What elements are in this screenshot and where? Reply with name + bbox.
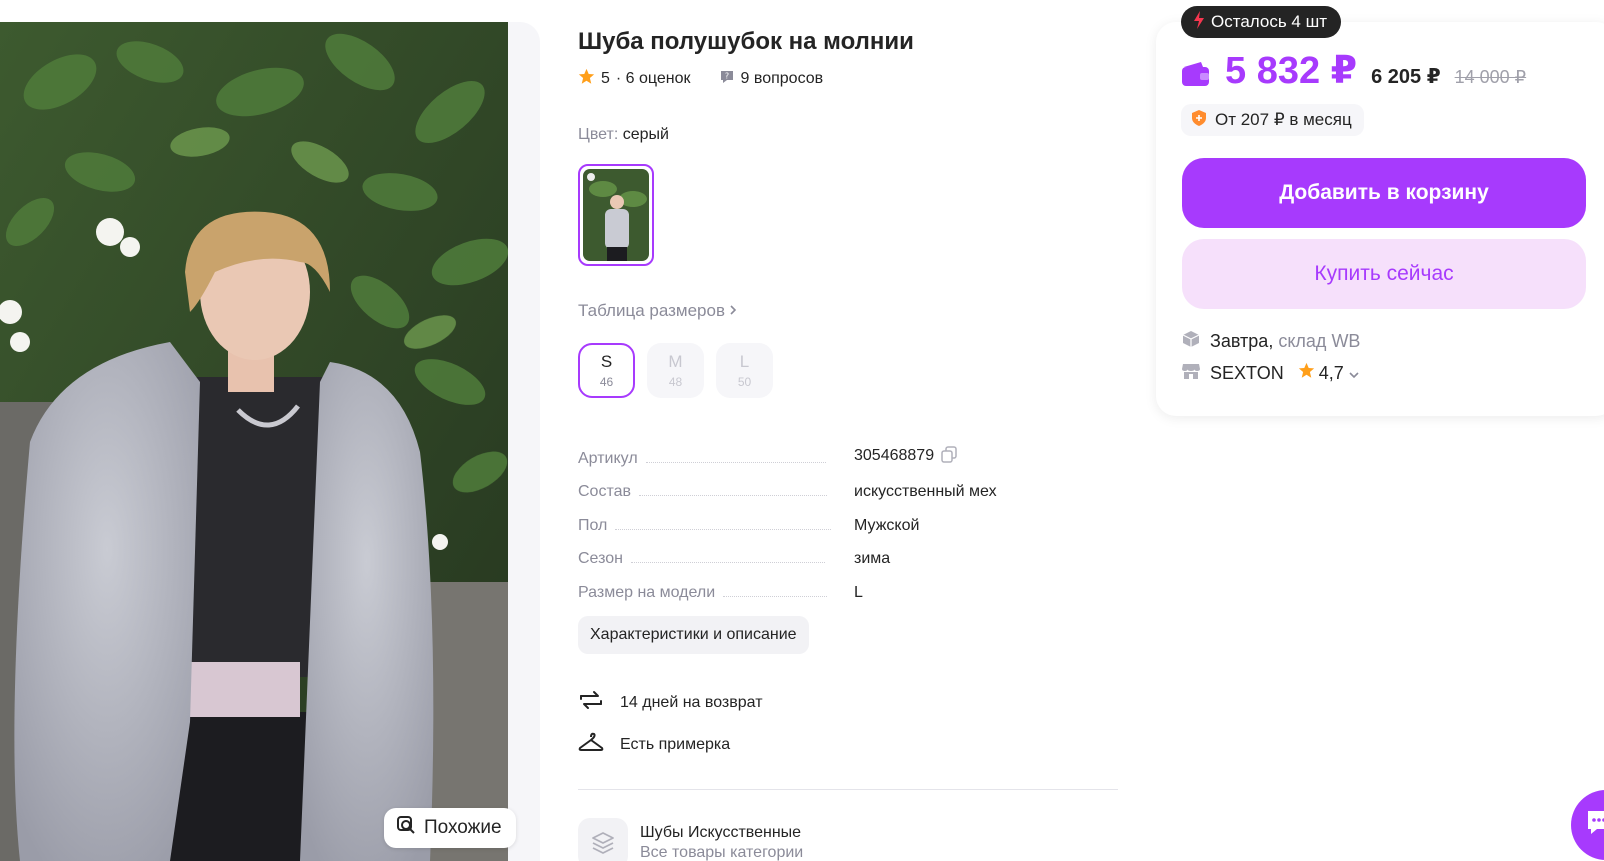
spec-row-composition: Состав искусственный мех <box>578 468 1098 502</box>
size-option-l[interactable]: L 50 <box>716 343 773 398</box>
shield-icon <box>1191 109 1207 132</box>
size-option-m[interactable]: M 48 <box>647 343 704 398</box>
size-number: 48 <box>668 375 683 389</box>
question-icon: ? <box>719 69 735 90</box>
product-photo[interactable] <box>0 22 508 861</box>
rating-value[interactable]: 5 <box>601 70 610 88</box>
size-letter: L <box>739 352 750 371</box>
installment-label: От 207 ₽ в месяц <box>1215 110 1352 129</box>
product-page: Похожие Шуба полушубок на молнии 5 · 6 о… <box>0 0 1604 861</box>
product-meta: 5 · 6 оценок ? 9 вопросов <box>578 68 823 90</box>
star-icon <box>578 68 595 90</box>
spec-key: Пол <box>578 516 608 534</box>
seller-info[interactable]: SEXTON 4,7 <box>1182 362 1360 384</box>
product-title: Шуба полушубок на молнии <box>578 28 914 55</box>
stock-badge-label: Осталось 4 шт <box>1211 12 1328 31</box>
category-link[interactable]: Шубы Искусственные Все товары категории <box>578 818 803 861</box>
lightning-icon <box>1193 10 1205 34</box>
price-row: 5 832 ₽ 6 205 ₽ 14 000 ₽ <box>1181 48 1526 93</box>
returns-label: 14 дней на возврат <box>620 693 763 711</box>
chevron-right-icon <box>729 301 737 321</box>
layers-icon <box>578 818 628 861</box>
questions-link[interactable]: 9 вопросов <box>741 70 824 88</box>
price-current: 5 832 ₽ <box>1225 50 1358 92</box>
size-option-s[interactable]: S 46 <box>578 343 635 398</box>
seller-star-icon <box>1298 362 1315 384</box>
delivery-info: Завтра, склад WB <box>1182 330 1360 353</box>
spec-list: Артикул 305468879 Состав искусственный м… <box>578 434 1098 602</box>
spec-value: Мужской <box>854 516 920 534</box>
box-icon <box>1182 330 1200 353</box>
rating-count[interactable]: · 6 оценок <box>616 70 691 88</box>
color-row: Цвет: серый <box>578 126 669 144</box>
category-name: Шубы Искусственные <box>640 824 802 841</box>
spec-row-season: Сезон зима <box>578 535 1098 569</box>
color-value: серый <box>622 126 669 143</box>
price-old: 14 000 ₽ <box>1454 67 1527 87</box>
add-to-cart-button[interactable]: Добавить в корзину <box>1182 158 1586 228</box>
returns-info[interactable]: 14 дней на возврат <box>578 688 763 717</box>
delivery-day: Завтра, <box>1210 331 1274 351</box>
wallet-icon <box>1181 61 1211 92</box>
similar-label: Похожие <box>424 817 502 838</box>
delivery-place: склад WB <box>1278 331 1361 351</box>
size-selector: S 46 M 48 L 50 <box>578 343 773 398</box>
size-number: 50 <box>737 375 752 389</box>
hanger-icon <box>578 731 604 758</box>
spec-value: 305468879 <box>854 445 958 468</box>
size-letter: S <box>600 352 613 371</box>
size-number: 46 <box>599 375 614 389</box>
price-regular: 6 205 ₽ <box>1371 66 1441 88</box>
spec-value: L <box>854 583 863 601</box>
copy-icon[interactable] <box>940 445 958 468</box>
size-table-label: Таблица размеров <box>578 301 725 320</box>
spec-row-model-size: Размер на модели L <box>578 568 1098 602</box>
color-thumbnail[interactable] <box>578 164 654 266</box>
photo-side-panel <box>508 22 540 861</box>
color-thumbnail-image <box>583 169 649 261</box>
similar-search-icon <box>396 815 416 841</box>
buy-now-button[interactable]: Купить сейчас <box>1182 239 1586 309</box>
return-arrows-icon <box>578 688 604 717</box>
installment-badge[interactable]: От 207 ₽ в месяц <box>1181 104 1364 136</box>
shop-icon <box>1182 363 1200 384</box>
spec-key: Сезон <box>578 550 623 567</box>
fitting-info[interactable]: Есть примерка <box>578 731 730 758</box>
stock-badge: Осталось 4 шт <box>1181 6 1342 38</box>
description-button[interactable]: Характеристики и описание <box>578 616 809 654</box>
seller-name: SEXTON <box>1210 362 1284 383</box>
similar-button[interactable]: Похожие <box>384 808 516 848</box>
fitting-label: Есть примерка <box>620 735 731 753</box>
chat-button[interactable] <box>1571 790 1604 860</box>
size-letter: M <box>668 352 683 371</box>
spec-row-article: Артикул 305468879 <box>578 434 1098 468</box>
size-table-link[interactable]: Таблица размеров <box>578 301 737 321</box>
spec-value: искусственный мех <box>854 483 997 500</box>
spec-key: Артикул <box>578 449 638 467</box>
product-photo-image <box>0 22 508 861</box>
spec-key: Состав <box>578 483 631 500</box>
divider <box>578 789 1118 790</box>
spec-value: зима <box>854 550 891 567</box>
category-all-link: Все товары категории <box>640 844 804 861</box>
color-label: Цвет: <box>578 126 619 143</box>
seller-rating: 4,7 <box>1318 362 1344 383</box>
article-number: 305468879 <box>854 447 935 464</box>
spec-key: Размер на модели <box>578 583 716 601</box>
spec-row-gender: Пол Мужской <box>578 501 1098 535</box>
chevron-down-icon <box>1348 363 1360 384</box>
svg-text:?: ? <box>724 71 728 80</box>
